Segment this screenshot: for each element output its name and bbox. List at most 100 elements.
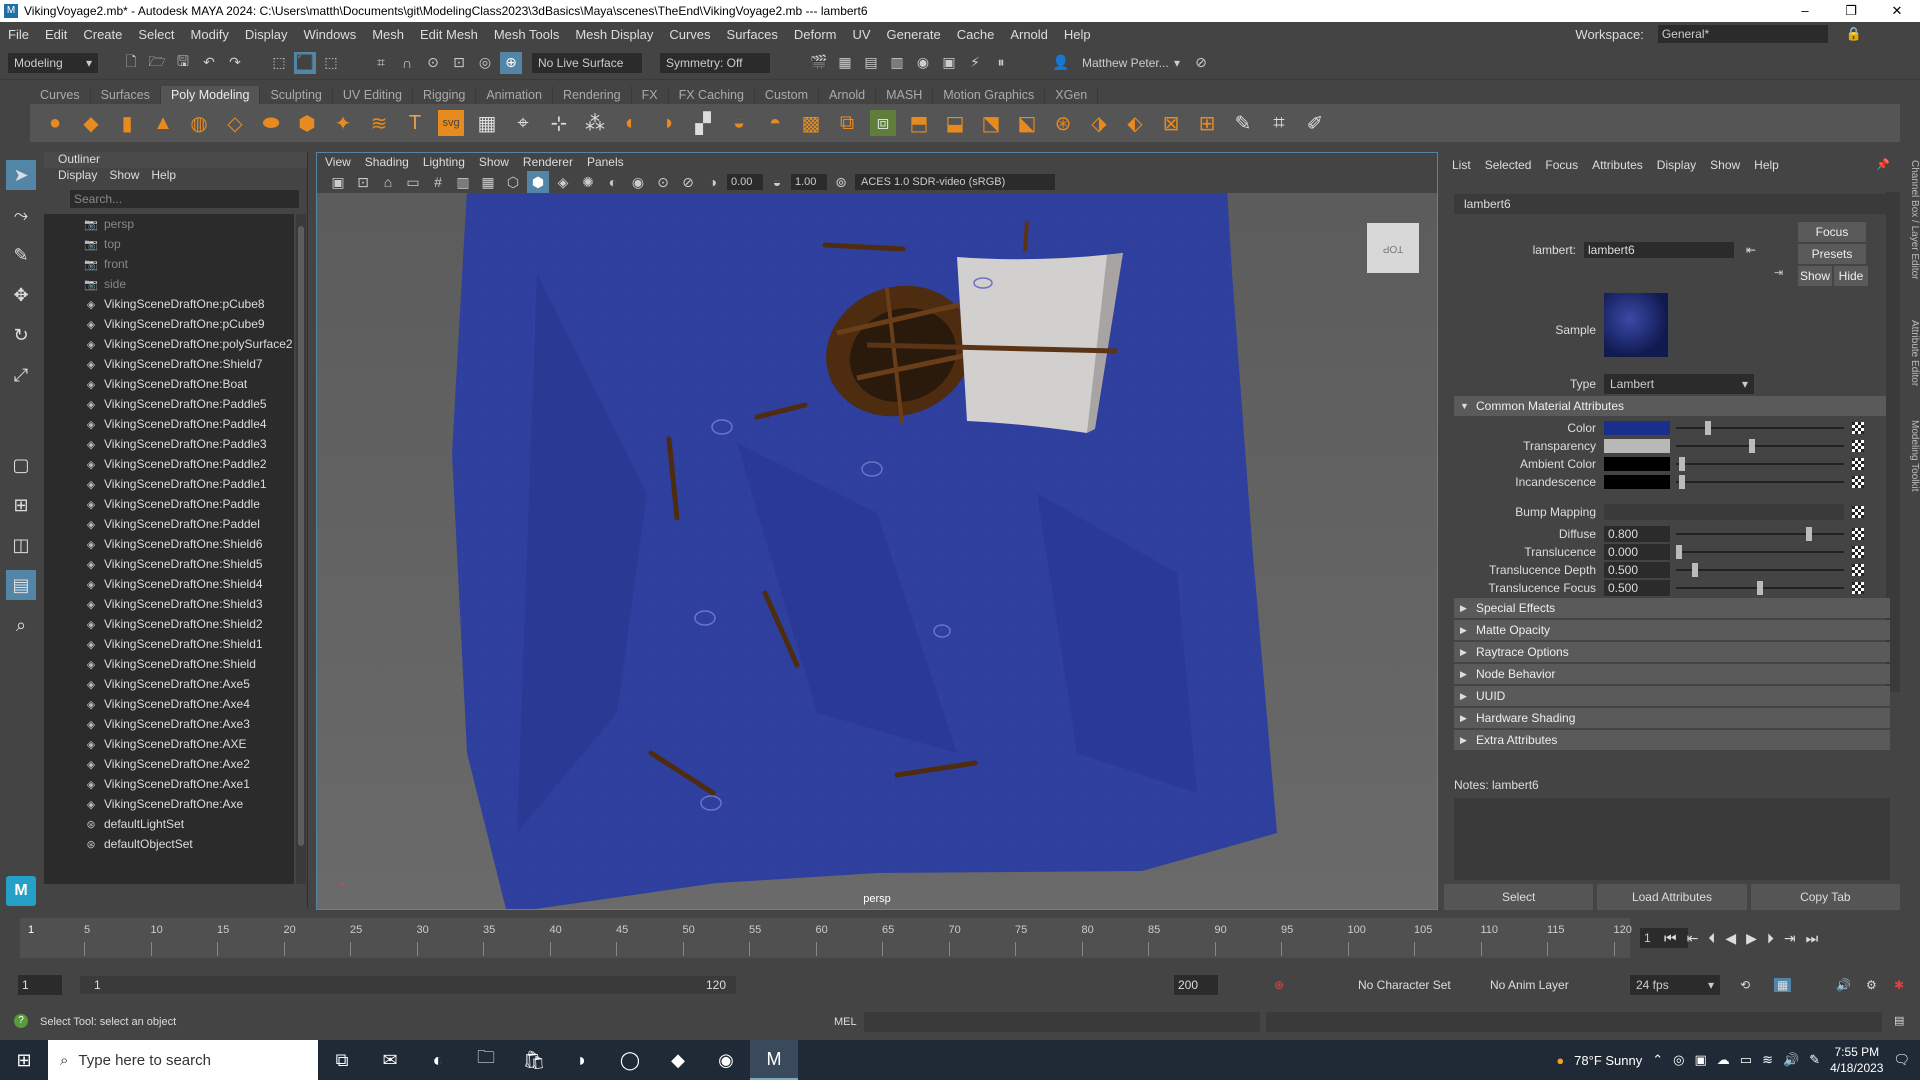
camera-attributes-icon[interactable]: ⊡ — [352, 171, 374, 193]
select-camera-icon[interactable]: ▣ — [327, 171, 349, 193]
extract-icon[interactable]: ▞ — [690, 110, 716, 136]
outliner-scrollbar[interactable] — [296, 214, 306, 884]
snap-curve-icon[interactable]: ∩ — [396, 52, 418, 74]
poly-cube-icon[interactable]: ◆ — [78, 110, 104, 136]
four-pane-icon[interactable]: ⊞ — [6, 490, 36, 520]
map-button-icon[interactable] — [1852, 528, 1864, 540]
outliner-item[interactable]: ◈ VikingSceneDraftOne:AXE — [44, 734, 294, 754]
attr-slider[interactable] — [1676, 527, 1844, 541]
volume-icon[interactable]: 🔊 — [1783, 1052, 1799, 1068]
snap-view-icon[interactable]: ⊡ — [448, 52, 470, 74]
shelf-tab-arnold[interactable]: Arnold — [819, 86, 877, 104]
isolate-select-icon[interactable]: ⊙ — [652, 171, 674, 193]
snap-live-icon[interactable]: ⊕ — [500, 51, 522, 74]
ae-menu-display[interactable]: Display — [1657, 158, 1696, 172]
uv-grid-icon[interactable]: ▦ — [474, 110, 500, 136]
auto-key-icon[interactable]: ⊕ — [1274, 978, 1284, 992]
evaluation-icon[interactable]: ✱ — [1894, 978, 1904, 992]
step-forward-frame-icon[interactable]: ⏵ — [1767, 930, 1774, 947]
loop-icon[interactable]: ⟲ — [1740, 978, 1750, 992]
color-swatch[interactable] — [1604, 475, 1670, 489]
focus-button[interactable]: Focus — [1798, 222, 1866, 242]
chevron-up-icon[interactable]: ⌃ — [1652, 1052, 1663, 1068]
cache-playback-icon[interactable]: ▦ — [1774, 978, 1792, 992]
menu-uv[interactable]: UV — [844, 27, 878, 42]
outliner-item[interactable]: ◈ VikingSceneDraftOne:Paddle — [44, 494, 294, 514]
viewport-menu-lighting[interactable]: Lighting — [423, 155, 465, 169]
side-tab-modeling-toolkit[interactable]: Modeling Toolkit — [1904, 420, 1920, 492]
clock[interactable]: 7:55 PM 4/18/2023 — [1830, 1044, 1883, 1076]
shelf-tab-poly-modeling[interactable]: Poly Modeling — [160, 86, 261, 104]
workspace-dropdown[interactable]: General* — [1657, 25, 1828, 43]
app-icon[interactable]: ◆ — [654, 1040, 702, 1080]
render-settings-icon[interactable]: ▥ — [886, 52, 908, 74]
menu-create[interactable]: Create — [75, 27, 130, 42]
outliner-item[interactable]: ◈ VikingSceneDraftOne:Paddle5 — [44, 394, 294, 414]
ipr-render-icon[interactable]: ▤ — [860, 52, 882, 74]
app-icon[interactable]: ◗ — [558, 1040, 606, 1080]
input-connections-icon[interactable]: ⇤ — [1746, 243, 1756, 257]
menu-surfaces[interactable]: Surfaces — [719, 27, 786, 42]
lock-icon[interactable]: 🔒 — [1838, 26, 1870, 42]
textured-icon[interactable]: ◈ — [552, 171, 574, 193]
play-forwards-icon[interactable]: ▶ — [1746, 930, 1757, 947]
resolution-gate-icon[interactable]: ▦ — [477, 171, 499, 193]
redo-icon[interactable]: ↷ — [224, 52, 246, 74]
slider-handle[interactable] — [1676, 545, 1682, 559]
menu-mesh-tools[interactable]: Mesh Tools — [486, 27, 568, 42]
color-space-dropdown[interactable]: ACES 1.0 SDR-video (sRGB) — [855, 174, 1055, 190]
character-set-dropdown[interactable]: No Character Set — [1358, 978, 1451, 992]
section-extra-attributes[interactable]: ▶ Extra Attributes — [1454, 730, 1890, 750]
tray-app-icon[interactable]: ◎ — [1673, 1052, 1684, 1068]
color-swatch[interactable] — [1604, 457, 1670, 471]
node-tab[interactable]: lambert6 — [1454, 194, 1890, 214]
outliner-item[interactable]: ◈ VikingSceneDraftOne:Axe3 — [44, 714, 294, 734]
shelf-tab-sculpting[interactable]: Sculpting — [260, 86, 333, 104]
notifications-icon[interactable]: 🗨 — [1893, 1052, 1910, 1068]
command-input[interactable] — [864, 1012, 1260, 1032]
presets-button[interactable]: Presets — [1798, 244, 1866, 264]
script-editor-icon[interactable]: ▤ — [1894, 1014, 1904, 1027]
paint-select-icon[interactable]: ✎ — [6, 240, 36, 270]
shelf-tab-fx[interactable]: FX — [632, 86, 669, 104]
poly-sphere-icon[interactable]: ● — [42, 110, 68, 136]
outliner-item[interactable]: ◈ VikingSceneDraftOne:Shield4 — [44, 574, 294, 594]
attr-value-field[interactable]: 0.000 — [1604, 544, 1670, 560]
append-polygon-icon[interactable]: ⬕ — [1014, 110, 1040, 136]
section-uuid[interactable]: ▶ UUID — [1454, 686, 1890, 706]
gamma-field[interactable]: 1.00 — [791, 174, 827, 190]
shelf-tab-curves[interactable]: Curves — [30, 86, 91, 104]
fps-dropdown[interactable]: 24 fps ▾ — [1630, 975, 1720, 995]
offset-edge-loop-icon[interactable]: ⬖ — [1122, 110, 1148, 136]
boolean-icon[interactable]: ◒ — [726, 110, 752, 136]
go-to-start-icon[interactable]: ⏮ — [1664, 930, 1677, 947]
maya-taskbar-icon[interactable]: M — [750, 1040, 798, 1080]
map-button-icon[interactable] — [1852, 582, 1864, 594]
hide-button[interactable]: Hide — [1834, 266, 1868, 286]
outliner-item[interactable]: 📷 side — [44, 274, 294, 294]
scrollbar-thumb[interactable] — [298, 226, 304, 846]
minimize-button[interactable]: – — [1782, 0, 1828, 22]
outliner-item[interactable]: ◈ VikingSceneDraftOne:Paddle4 — [44, 414, 294, 434]
menu-display[interactable]: Display — [237, 27, 296, 42]
play-backwards-icon[interactable]: ◀ — [1725, 930, 1736, 947]
mail-icon[interactable]: ✉ — [366, 1040, 414, 1080]
lasso-tool-icon[interactable]: ⤳ — [6, 200, 36, 230]
menu-file[interactable]: File — [0, 27, 37, 42]
wifi-icon[interactable]: ≋ — [1762, 1052, 1773, 1068]
help-circle-icon[interactable]: ⊘ — [1190, 52, 1212, 74]
outliner-item[interactable]: ◈ VikingSceneDraftOne:Paddle2 — [44, 454, 294, 474]
bump-mapping-field[interactable] — [1604, 504, 1844, 520]
monitor-icon[interactable]: ▭ — [1740, 1052, 1752, 1068]
outliner-item[interactable]: ◈ VikingSceneDraftOne:Axe4 — [44, 694, 294, 714]
sweep-mesh-icon[interactable]: ≋ — [366, 110, 392, 136]
map-button-icon[interactable] — [1852, 422, 1864, 434]
select-object-icon[interactable]: ⬛ — [294, 51, 316, 74]
bevel-icon[interactable]: ⬓ — [942, 110, 968, 136]
side-tab-attribute-editor[interactable]: Attribute Editor — [1904, 320, 1920, 386]
poly-plane-icon[interactable]: ◇ — [222, 110, 248, 136]
multi-cut-icon[interactable]: ⊛ — [1050, 110, 1076, 136]
shelf-tab-surfaces[interactable]: Surfaces — [91, 86, 161, 104]
outliner-search-input[interactable]: Search... — [70, 190, 299, 208]
menu-select[interactable]: Select — [130, 27, 182, 42]
